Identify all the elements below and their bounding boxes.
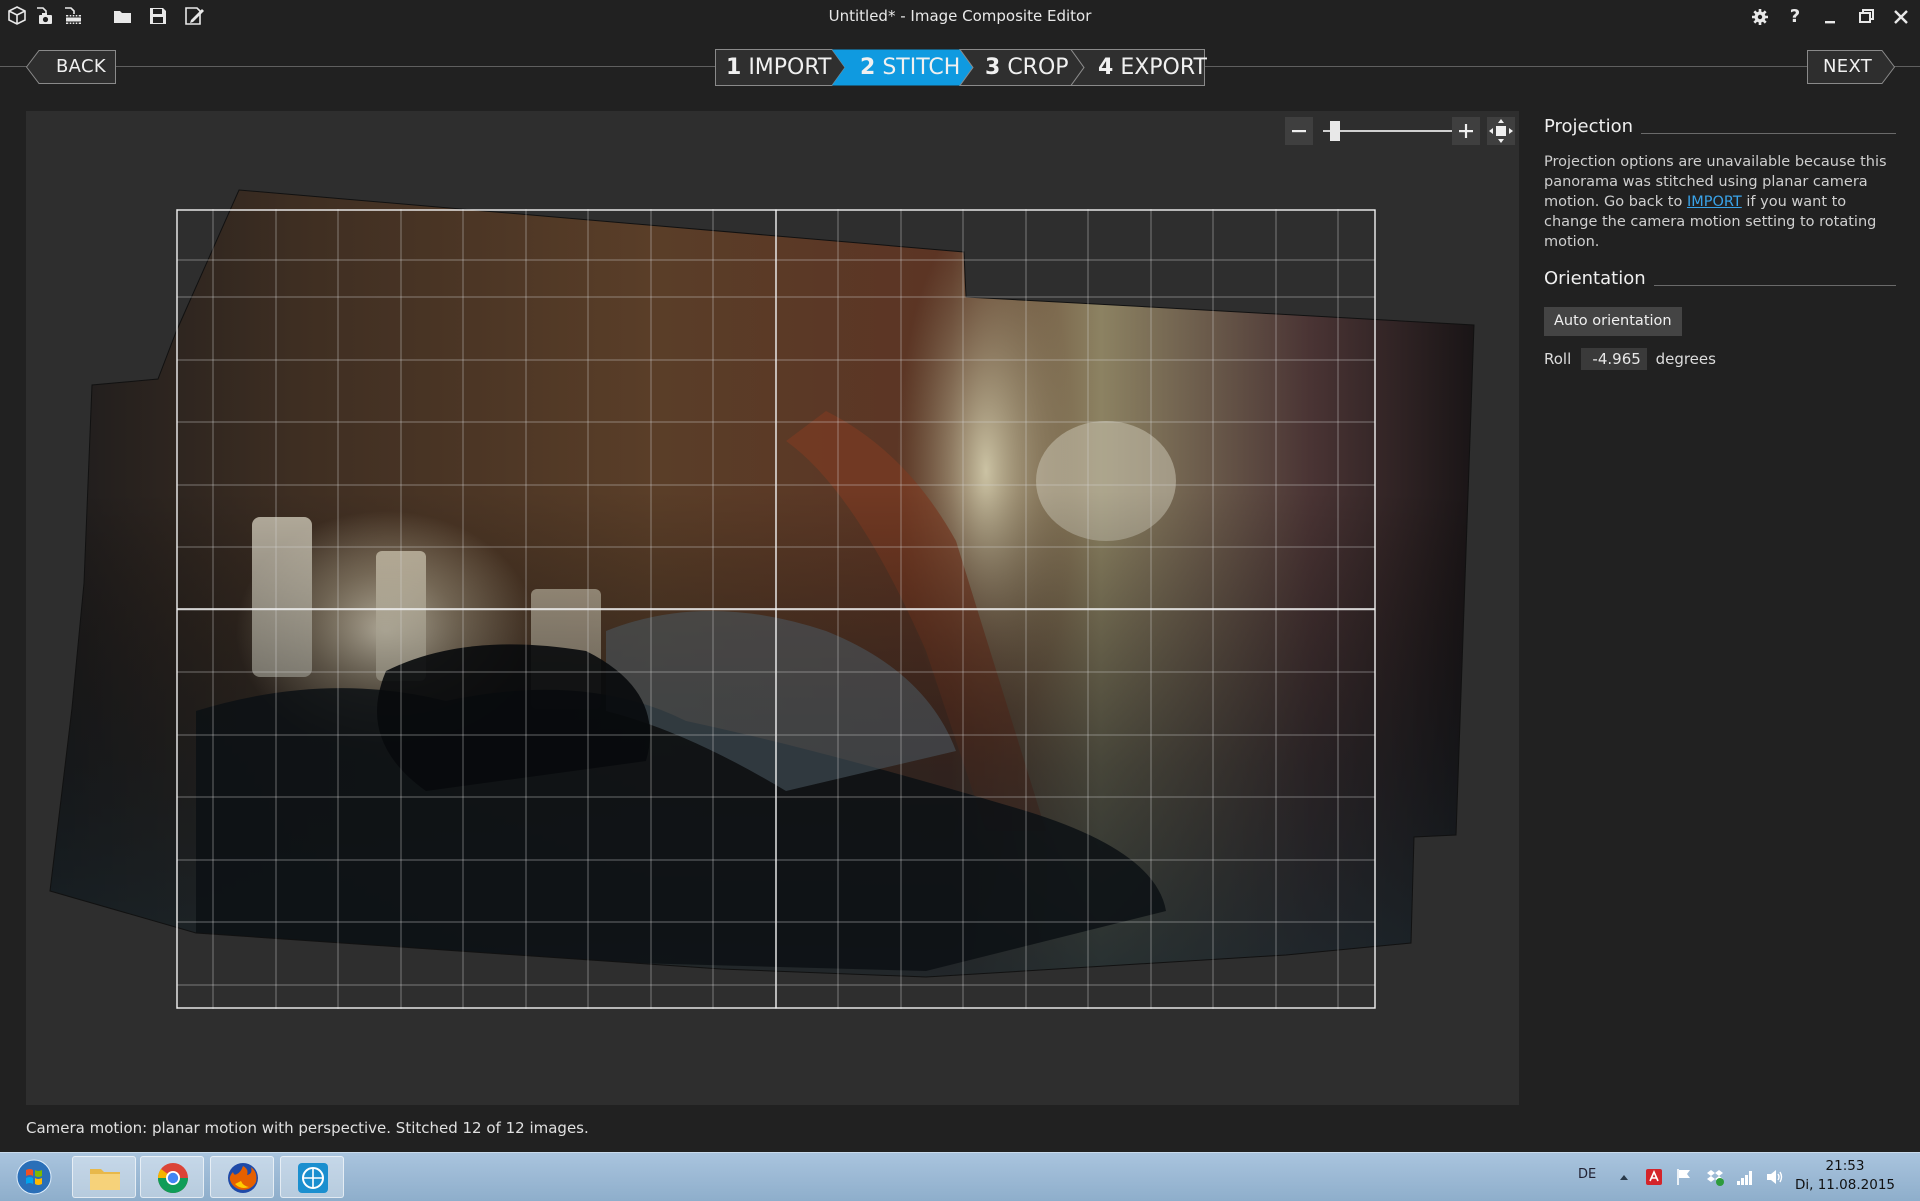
clock-date: Di, 11.08.2015 <box>1794 1177 1896 1193</box>
step-stitch-tab[interactable]: 2 STITCH <box>860 49 960 86</box>
file-explorer-icon[interactable] <box>72 1156 136 1198</box>
status-bar-text: Camera motion: planar motion with perspe… <box>26 1119 589 1137</box>
antivirus-icon[interactable] <box>1644 1167 1664 1187</box>
stitched-panorama-preview[interactable] <box>26 111 1519 1105</box>
panorama-canvas[interactable] <box>26 111 1519 1105</box>
help-button[interactable]: ? <box>1781 4 1809 30</box>
show-hidden-icons-icon[interactable] <box>1614 1167 1634 1187</box>
network-icon[interactable] <box>1735 1167 1755 1187</box>
minimize-icon[interactable] <box>1816 4 1844 30</box>
orientation-heading: Orientation <box>1544 268 1654 289</box>
windows-start-icon[interactable] <box>2 1156 66 1198</box>
zoom-out-button[interactable] <box>1285 117 1313 145</box>
zoom-in-button[interactable] <box>1452 117 1480 145</box>
volume-icon[interactable] <box>1765 1167 1785 1187</box>
import-link[interactable]: IMPORT <box>1687 194 1742 210</box>
chrome-icon[interactable] <box>140 1156 204 1198</box>
roll-input[interactable]: -4.965 <box>1580 348 1647 370</box>
firefox-icon[interactable] <box>210 1156 274 1198</box>
step-import-tab[interactable]: 1 IMPORT <box>726 49 832 86</box>
windows-taskbar: DE 21:53 Di, 11.08.2015 <box>0 1152 1920 1201</box>
restore-icon[interactable] <box>1852 4 1880 30</box>
zoom-controls <box>1285 117 1515 145</box>
roll-unit: degrees <box>1655 350 1716 368</box>
zoom-slider-track[interactable] <box>1323 121 1473 141</box>
dropbox-icon[interactable] <box>1705 1167 1725 1187</box>
back-button[interactable]: BACK <box>26 50 116 84</box>
roll-label: Roll <box>1544 350 1572 368</box>
next-button-label: NEXT <box>1823 56 1873 77</box>
input-language[interactable]: DE <box>1578 1167 1596 1182</box>
orientation-section: Orientation <box>1544 268 1896 294</box>
projection-heading: Projection <box>1544 116 1642 137</box>
zoom-slider-thumb[interactable] <box>1329 121 1340 141</box>
auto-orientation-button[interactable]: Auto orientation <box>1544 307 1682 336</box>
action-center-flag-icon[interactable] <box>1674 1167 1694 1187</box>
step-export-tab[interactable]: 4 EXPORT <box>1098 49 1207 86</box>
fit-to-window-icon[interactable] <box>1487 117 1515 145</box>
image-composite-editor-icon[interactable] <box>280 1156 344 1198</box>
projection-section: Projection <box>1544 116 1896 142</box>
system-clock[interactable]: 21:53 Di, 11.08.2015 <box>1790 1157 1900 1195</box>
settings-panel: Projection Projection options are unavai… <box>1544 116 1896 370</box>
roll-row: Roll -4.965 degrees <box>1544 348 1896 370</box>
projection-description: Projection options are unavailable becau… <box>1544 154 1887 250</box>
next-button[interactable]: NEXT <box>1807 50 1895 84</box>
clock-time: 21:53 <box>1825 1158 1865 1174</box>
close-icon[interactable] <box>1887 4 1915 30</box>
workflow-steps: 1 IMPORT 2 STITCH 3 CROP 4 EXPORT <box>715 49 1207 86</box>
window-title: Untitled* - Image Composite Editor <box>828 7 1092 25</box>
step-crop-tab[interactable]: 3 CROP <box>985 49 1069 86</box>
title-bar: Untitled* - Image Composite Editor ? <box>0 0 1920 34</box>
settings-icon[interactable] <box>1746 4 1774 30</box>
back-button-label: BACK <box>56 56 106 77</box>
